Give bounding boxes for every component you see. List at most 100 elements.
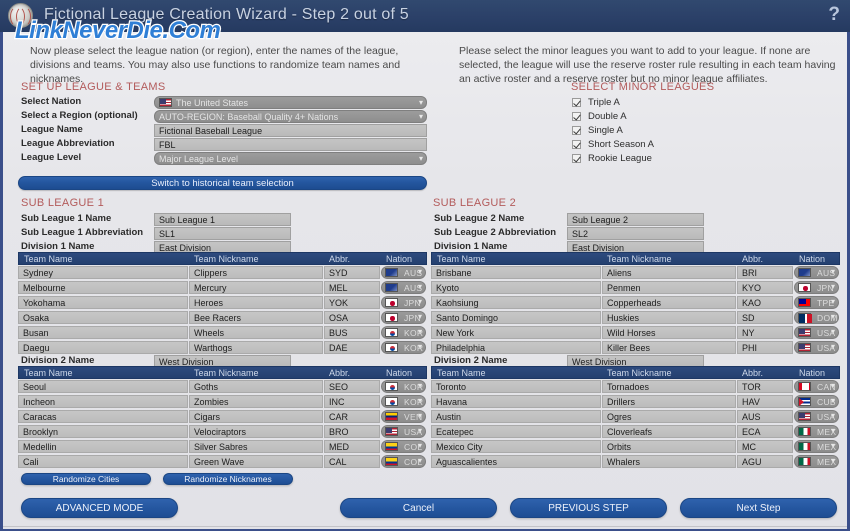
chevron-down-icon[interactable]: ▾ (831, 297, 835, 306)
cell-team-nickname[interactable]: Huskies (602, 311, 736, 324)
cell-team-abbr[interactable]: NY (737, 326, 793, 339)
cell-team-name[interactable]: Daegu (18, 341, 188, 354)
minor-league-checkbox-single-a[interactable]: Single A (572, 124, 623, 136)
cell-team-abbr[interactable]: OSA (324, 311, 380, 324)
cell-team-abbr[interactable]: SEO (324, 380, 380, 393)
cell-nation-select[interactable]: DOM ▾ (794, 311, 839, 324)
cell-team-abbr[interactable]: TOR (737, 380, 793, 393)
cell-team-abbr[interactable]: DAE (324, 341, 380, 354)
chevron-down-icon[interactable]: ▾ (831, 396, 835, 405)
checkbox-icon[interactable] (572, 97, 581, 107)
cell-team-nickname[interactable]: Orbits (602, 440, 736, 453)
previous-step-button[interactable]: PREVIOUS STEP (510, 498, 667, 518)
cell-team-name[interactable]: Cali (18, 455, 188, 468)
chevron-down-icon[interactable]: ▾ (419, 112, 423, 121)
chevron-down-icon[interactable]: ▾ (418, 426, 422, 435)
cell-team-nickname[interactable]: Goths (189, 380, 323, 393)
cell-team-abbr[interactable]: MEL (324, 281, 380, 294)
chevron-down-icon[interactable]: ▾ (831, 381, 835, 390)
cell-nation-select[interactable]: AUS ▾ (794, 266, 839, 279)
cell-team-nickname[interactable]: Whalers (602, 455, 736, 468)
cell-team-nickname[interactable]: Killer Bees (602, 341, 736, 354)
cell-team-name[interactable]: Incheon (18, 395, 188, 408)
cell-team-abbr[interactable]: SD (737, 311, 793, 324)
cell-nation-select[interactable]: KOR ▾ (381, 380, 426, 393)
chevron-down-icon[interactable]: ▾ (831, 342, 835, 351)
cell-team-abbr[interactable]: BRO (324, 425, 380, 438)
cell-team-abbr[interactable]: MC (737, 440, 793, 453)
cell-team-abbr[interactable]: PHI (737, 341, 793, 354)
chevron-down-icon[interactable]: ▾ (418, 441, 422, 450)
cell-nation-select[interactable]: CUB ▾ (794, 395, 839, 408)
cell-team-name[interactable]: Caracas (18, 410, 188, 423)
checkbox-icon[interactable] (572, 125, 581, 135)
cell-nation-select[interactable]: KOR ▾ (381, 395, 426, 408)
cell-team-nickname[interactable]: Cloverleafs (602, 425, 736, 438)
cell-nation-select[interactable]: CAN ▾ (794, 380, 839, 393)
chevron-down-icon[interactable]: ▾ (418, 312, 422, 321)
cell-nation-select[interactable]: USA ▾ (794, 341, 839, 354)
cell-team-name[interactable]: Philadelphia (431, 341, 601, 354)
field-value-sub-league-1-abbreviation[interactable]: SL1 (154, 227, 291, 240)
chevron-down-icon[interactable]: ▾ (831, 456, 835, 465)
cell-team-nickname[interactable]: Drillers (602, 395, 736, 408)
cell-team-name[interactable]: Aguascalientes (431, 455, 601, 468)
chevron-down-icon[interactable]: ▾ (418, 297, 422, 306)
cell-team-nickname[interactable]: Zombies (189, 395, 323, 408)
cell-nation-select[interactable]: TPE ▾ (794, 296, 839, 309)
cell-team-abbr[interactable]: INC (324, 395, 380, 408)
cell-team-name[interactable]: Busan (18, 326, 188, 339)
cell-team-nickname[interactable]: Aliens (602, 266, 736, 279)
cell-nation-select[interactable]: COL ▾ (381, 455, 426, 468)
cell-team-name[interactable]: Melbourne (18, 281, 188, 294)
cell-team-nickname[interactable]: Wheels (189, 326, 323, 339)
cell-nation-select[interactable]: USA ▾ (794, 410, 839, 423)
next-step-button[interactable]: Next Step (680, 498, 837, 518)
cell-nation-select[interactable]: VEN ▾ (381, 410, 426, 423)
cell-team-name[interactable]: New York (431, 326, 601, 339)
cell-team-name[interactable]: Yokohama (18, 296, 188, 309)
cancel-button[interactable]: Cancel (340, 498, 497, 518)
chevron-down-icon[interactable]: ▾ (418, 342, 422, 351)
chevron-down-icon[interactable]: ▾ (831, 426, 835, 435)
cell-team-abbr[interactable]: AGU (737, 455, 793, 468)
cell-team-abbr[interactable]: AUS (737, 410, 793, 423)
chevron-down-icon[interactable]: ▾ (419, 154, 423, 163)
cell-team-name[interactable]: Austin (431, 410, 601, 423)
cell-team-name[interactable]: Santo Domingo (431, 311, 601, 324)
chevron-down-icon[interactable]: ▾ (831, 411, 835, 420)
checkbox-icon[interactable] (572, 153, 581, 163)
minor-league-checkbox-triple-a[interactable]: Triple A (572, 96, 620, 108)
cell-nation-select[interactable]: AUS ▾ (381, 281, 426, 294)
cell-nation-select[interactable]: JPN ▾ (381, 296, 426, 309)
cell-team-nickname[interactable]: Penmen (602, 281, 736, 294)
cell-nation-select[interactable]: USA ▾ (381, 425, 426, 438)
chevron-down-icon[interactable]: ▾ (418, 282, 422, 291)
cell-team-name[interactable]: Ecatepec (431, 425, 601, 438)
cell-team-abbr[interactable]: KYO (737, 281, 793, 294)
chevron-down-icon[interactable]: ▾ (831, 441, 835, 450)
help-icon[interactable]: ? (828, 4, 840, 26)
cell-nation-select[interactable]: JPN ▾ (794, 281, 839, 294)
cell-team-abbr[interactable]: KAO (737, 296, 793, 309)
cell-nation-select[interactable]: AUS ▾ (381, 266, 426, 279)
cell-team-name[interactable]: Seoul (18, 380, 188, 393)
cell-team-name[interactable]: Medellin (18, 440, 188, 453)
minor-league-checkbox-rookie-league[interactable]: Rookie League (572, 152, 652, 164)
checkbox-icon[interactable] (572, 139, 581, 149)
switch-historical-button[interactable]: Switch to historical team selection (18, 176, 427, 190)
cell-team-nickname[interactable]: Clippers (189, 266, 323, 279)
field-value-select-a-region-optional[interactable]: AUTO-REGION: Baseball Quality 4+ Nations… (154, 110, 427, 123)
cell-team-abbr[interactable]: BRI (737, 266, 793, 279)
cell-team-name[interactable]: Osaka (18, 311, 188, 324)
chevron-down-icon[interactable]: ▾ (418, 267, 422, 276)
cell-nation-select[interactable]: KOR ▾ (381, 341, 426, 354)
randomize-cities-button[interactable]: Randomize Cities (21, 473, 151, 485)
cell-team-abbr[interactable]: MED (324, 440, 380, 453)
cell-team-nickname[interactable]: Ogres (602, 410, 736, 423)
cell-team-nickname[interactable]: Warthogs (189, 341, 323, 354)
field-value-league-level[interactable]: Major League Level ▾ (154, 152, 427, 165)
field-value-sub-league-2-name[interactable]: Sub League 2 (567, 213, 704, 226)
cell-team-name[interactable]: Kyoto (431, 281, 601, 294)
minor-league-checkbox-short-season-a[interactable]: Short Season A (572, 138, 654, 150)
